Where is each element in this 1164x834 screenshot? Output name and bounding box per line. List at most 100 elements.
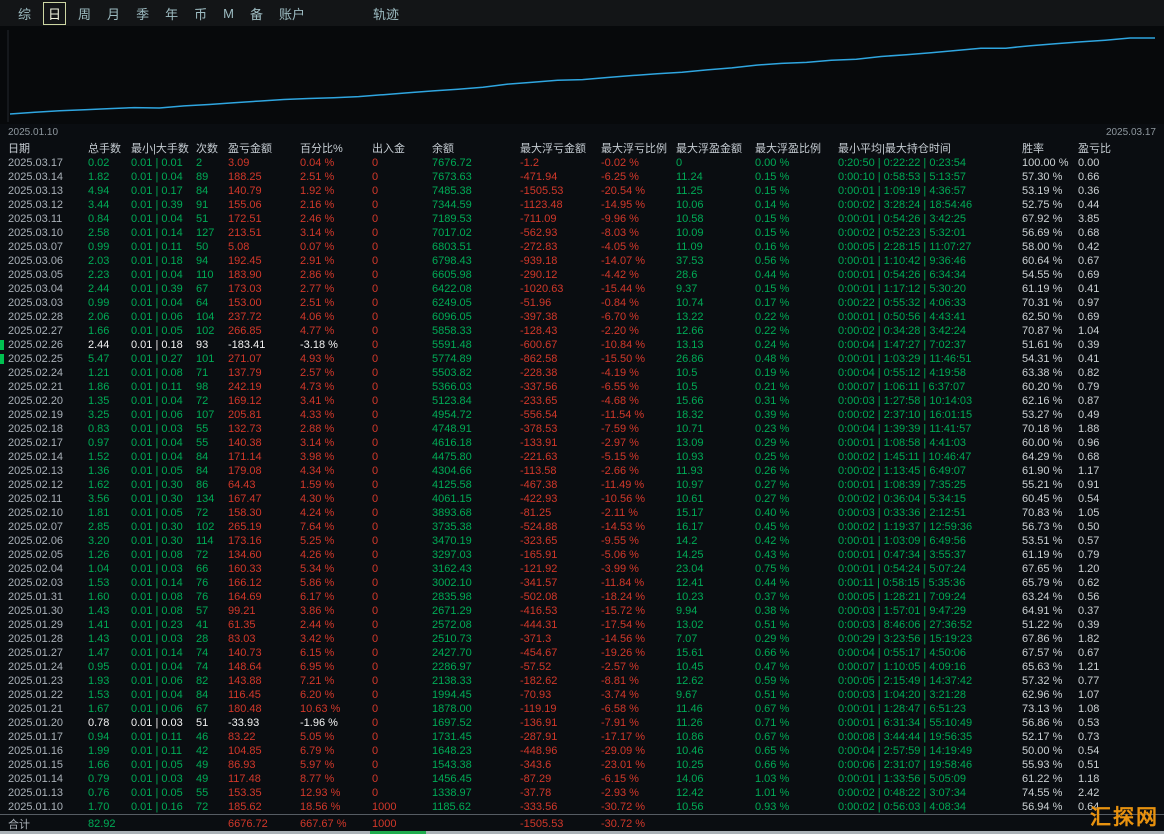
table-row[interactable]: 2025.02.26 2.44 0.01 | 0.18 93 -183.41 -3.18 … xyxy=(0,338,1164,352)
cell: 0.19 % xyxy=(755,367,790,379)
menu-item-10[interactable]: 账户 xyxy=(275,3,309,24)
menu-item-8[interactable]: M xyxy=(219,5,238,22)
table-row[interactable]: 2025.03.13 4.94 0.01 | 0.17 84 140.79 1.92 % 0… xyxy=(0,184,1164,198)
cell: -6.25 % xyxy=(601,171,639,183)
table-row[interactable]: 2025.02.14 1.52 0.01 | 0.04 84 171.14 3.98 % 0… xyxy=(0,450,1164,464)
column-header-2[interactable]: 总手数 xyxy=(88,140,131,156)
cell: 10.74 xyxy=(676,297,704,309)
column-header-6[interactable]: 百分比% xyxy=(300,140,372,156)
cell: 0 xyxy=(372,185,379,197)
cell: -7.59 % xyxy=(601,423,639,435)
cell: -343.6 xyxy=(520,759,552,771)
cell: 102 xyxy=(196,521,215,533)
cell: 3.14 % xyxy=(300,227,335,239)
column-header-10[interactable]: 最大浮亏比例 xyxy=(601,140,676,156)
column-header-14[interactable]: 胜率 xyxy=(1022,140,1078,156)
equity-chart xyxy=(0,26,1164,124)
table-row[interactable]: 2025.02.11 3.56 0.01 | 0.30 134 167.47 4.30 %… xyxy=(0,492,1164,506)
table-row[interactable]: 2025.01.10 1.70 0.01 | 0.16 72 185.62 18.56 %… xyxy=(0,800,1164,814)
table-row[interactable]: 2025.02.17 0.97 0.01 | 0.04 55 140.38 3.14 % 0… xyxy=(0,436,1164,450)
column-header-13[interactable]: 最小平均|最大持仓时间 xyxy=(838,140,1022,156)
table-row[interactable]: 2025.02.13 1.36 0.01 | 0.05 84 179.08 4.34 % 0… xyxy=(0,464,1164,478)
table-row[interactable]: 2025.02.12 1.62 0.01 | 0.30 86 64.43 1.59 % 0 4… xyxy=(0,478,1164,492)
cell: 0.15 % xyxy=(755,171,790,183)
table-row[interactable]: 2025.02.19 3.25 0.01 | 0.06 107 205.81 4.33 %… xyxy=(0,408,1164,422)
table-row[interactable]: 2025.02.27 1.66 0.01 | 0.05 102 266.85 4.77 %… xyxy=(0,324,1164,338)
cell: 41 xyxy=(196,619,209,631)
column-header-12[interactable]: 最大浮盈比例 xyxy=(755,140,838,156)
cell: 14.2 xyxy=(676,535,698,547)
cell: 0:00:01 | 1:28:47 | 6:51:23 xyxy=(838,703,967,715)
table-row[interactable]: 2025.03.05 2.23 0.01 | 0.04 110 183.90 2.86 %… xyxy=(0,268,1164,282)
cell: 71 xyxy=(196,367,209,379)
menu-item-trail[interactable]: 轨迹 xyxy=(369,3,403,24)
cell: 0:00:01 | 0:54:26 | 6:34:34 xyxy=(838,269,967,281)
table-row[interactable]: 2025.01.28 1.43 0.01 | 0.03 28 83.03 3.42 % 0 2… xyxy=(0,632,1164,646)
menu-item-3[interactable]: 周 xyxy=(74,3,95,24)
table-row[interactable]: 2025.01.17 0.94 0.01 | 0.11 46 83.22 5.05 % 0 1… xyxy=(0,730,1164,744)
table-row[interactable]: 2025.01.13 0.76 0.01 | 0.05 55 153.35 12.93 %… xyxy=(0,786,1164,800)
table-row[interactable]: 2025.01.22 1.53 0.01 | 0.04 84 116.45 6.20 % 0… xyxy=(0,688,1164,702)
menu-item-6[interactable]: 年 xyxy=(161,3,182,24)
table-row[interactable]: 2025.03.11 0.84 0.01 | 0.04 51 172.51 2.46 % 0… xyxy=(0,212,1164,226)
cell: 0:00:03 | 8:46:06 | 27:36:52 xyxy=(838,619,973,631)
table-row[interactable]: 2025.03.03 0.99 0.01 | 0.04 64 153.00 2.51 % 0… xyxy=(0,296,1164,310)
column-header-5[interactable]: 盈亏金额 xyxy=(228,140,300,156)
menu-item-9[interactable]: 备 xyxy=(246,3,267,24)
cell: 6605.98 xyxy=(432,269,472,281)
cell: 93 xyxy=(196,339,209,351)
menu-item-5[interactable]: 季 xyxy=(132,3,153,24)
table-row[interactable]: 2025.01.30 1.43 0.01 | 0.08 57 99.21 3.86 % 0 2… xyxy=(0,604,1164,618)
table-row[interactable]: 2025.01.21 1.67 0.01 | 0.06 67 180.48 10.63 %… xyxy=(0,702,1164,716)
table-row[interactable]: 2025.01.16 1.99 0.01 | 0.11 42 104.85 6.79 % 0… xyxy=(0,744,1164,758)
table-row[interactable]: 2025.01.31 1.60 0.01 | 0.08 76 164.69 6.17 % 0… xyxy=(0,590,1164,604)
menu-item-2[interactable]: 日 xyxy=(43,1,67,25)
menu-item-7[interactable]: 币 xyxy=(190,3,211,24)
table-row[interactable]: 2025.02.28 2.06 0.01 | 0.06 104 237.72 4.06 %… xyxy=(0,310,1164,324)
table-row[interactable]: 2025.01.27 1.47 0.01 | 0.14 74 140.73 6.15 % 0… xyxy=(0,646,1164,660)
table-row[interactable]: 2025.02.04 1.04 0.01 | 0.03 66 160.33 5.34 % 0… xyxy=(0,562,1164,576)
column-header-1[interactable]: 日期 xyxy=(8,140,88,156)
table-row[interactable]: 2025.02.20 1.35 0.01 | 0.04 72 169.12 3.41 % 0… xyxy=(0,394,1164,408)
table-row[interactable]: 2025.03.10 2.58 0.01 | 0.14 127 213.51 3.14 %… xyxy=(0,226,1164,240)
table-row[interactable]: 2025.01.29 1.41 0.01 | 0.23 41 61.35 2.44 % 0 2… xyxy=(0,618,1164,632)
table-row[interactable]: 2025.02.03 1.53 0.01 | 0.14 76 166.12 5.86 % 0… xyxy=(0,576,1164,590)
table-row[interactable]: 2025.03.07 0.99 0.01 | 0.11 50 5.08 0.07 % 0 68… xyxy=(0,240,1164,254)
table-row[interactable]: 2025.03.12 3.44 0.01 | 0.39 91 155.06 2.16 % 0… xyxy=(0,198,1164,212)
cell: 0:00:01 | 0:54:26 | 3:42:25 xyxy=(838,213,967,225)
table-row[interactable]: 2025.02.07 2.85 0.01 | 0.30 102 265.19 7.64 %… xyxy=(0,520,1164,534)
table-row[interactable]: 2025.02.10 1.81 0.01 | 0.05 72 158.30 4.24 % 0… xyxy=(0,506,1164,520)
table-row[interactable]: 2025.02.05 1.26 0.01 | 0.08 72 134.60 4.26 % 0… xyxy=(0,548,1164,562)
table-row[interactable]: 2025.02.25 5.47 0.01 | 0.27 101 271.07 4.93 %… xyxy=(0,352,1164,366)
column-header-8[interactable]: 余额 xyxy=(432,140,520,156)
column-header-9[interactable]: 最大浮亏金额 xyxy=(520,140,601,156)
column-header-11[interactable]: 最大浮盈金额 xyxy=(676,140,755,156)
table-row[interactable]: 2025.03.17 0.02 0.01 | 0.01 2 3.09 0.04 % 0 767… xyxy=(0,156,1164,170)
column-header-4[interactable]: 次数 xyxy=(196,140,228,156)
menu-item-1[interactable]: 综 xyxy=(14,3,35,24)
table-row[interactable]: 2025.02.06 3.20 0.01 | 0.30 114 173.16 5.25 %… xyxy=(0,534,1164,548)
cell: 2.46 % xyxy=(300,213,335,225)
cell: 82 xyxy=(196,675,209,687)
table-row[interactable]: 2025.02.21 1.86 0.01 | 0.11 98 242.19 4.73 % 0… xyxy=(0,380,1164,394)
cell: 62.16 % xyxy=(1022,395,1063,407)
cell: 2025.03.10 xyxy=(8,227,64,239)
table-row[interactable]: 2025.01.23 1.93 0.01 | 0.06 82 143.88 7.21 % 0… xyxy=(0,674,1164,688)
table-row[interactable]: 2025.03.14 1.82 0.01 | 0.04 89 188.25 2.51 % 0… xyxy=(0,170,1164,184)
column-header-7[interactable]: 出入金 xyxy=(372,140,432,156)
table-row[interactable]: 2025.02.24 1.21 0.01 | 0.08 71 137.79 2.57 % 0… xyxy=(0,366,1164,380)
cell: 12.62 xyxy=(676,675,704,687)
cell: -862.58 xyxy=(520,353,558,365)
table-row[interactable]: 2025.03.04 2.44 0.01 | 0.39 67 173.03 2.77 % 0… xyxy=(0,282,1164,296)
table-row[interactable]: 2025.02.18 0.83 0.01 | 0.03 55 132.73 2.88 % 0… xyxy=(0,422,1164,436)
cell: 0.93 % xyxy=(755,801,790,813)
table-row[interactable]: 2025.01.14 0.79 0.01 | 0.03 49 117.48 8.77 % 0… xyxy=(0,772,1164,786)
table-row[interactable]: 2025.01.24 0.95 0.01 | 0.04 74 148.64 6.95 % 0… xyxy=(0,660,1164,674)
table-row[interactable]: 2025.03.06 2.03 0.01 | 0.18 94 192.45 2.91 % 0… xyxy=(0,254,1164,268)
table-row[interactable]: 2025.01.20 0.78 0.01 | 0.03 51 -33.93 -1.96 %… xyxy=(0,716,1164,730)
column-header-15[interactable]: 盈亏比 xyxy=(1078,140,1148,156)
column-header-3[interactable]: 最小|大手数 xyxy=(131,140,196,156)
menu-item-4[interactable]: 月 xyxy=(103,3,124,24)
table-row[interactable]: 2025.01.15 1.66 0.01 | 0.05 49 86.93 5.97 % 0 1… xyxy=(0,758,1164,772)
cell: 127 xyxy=(196,227,215,239)
